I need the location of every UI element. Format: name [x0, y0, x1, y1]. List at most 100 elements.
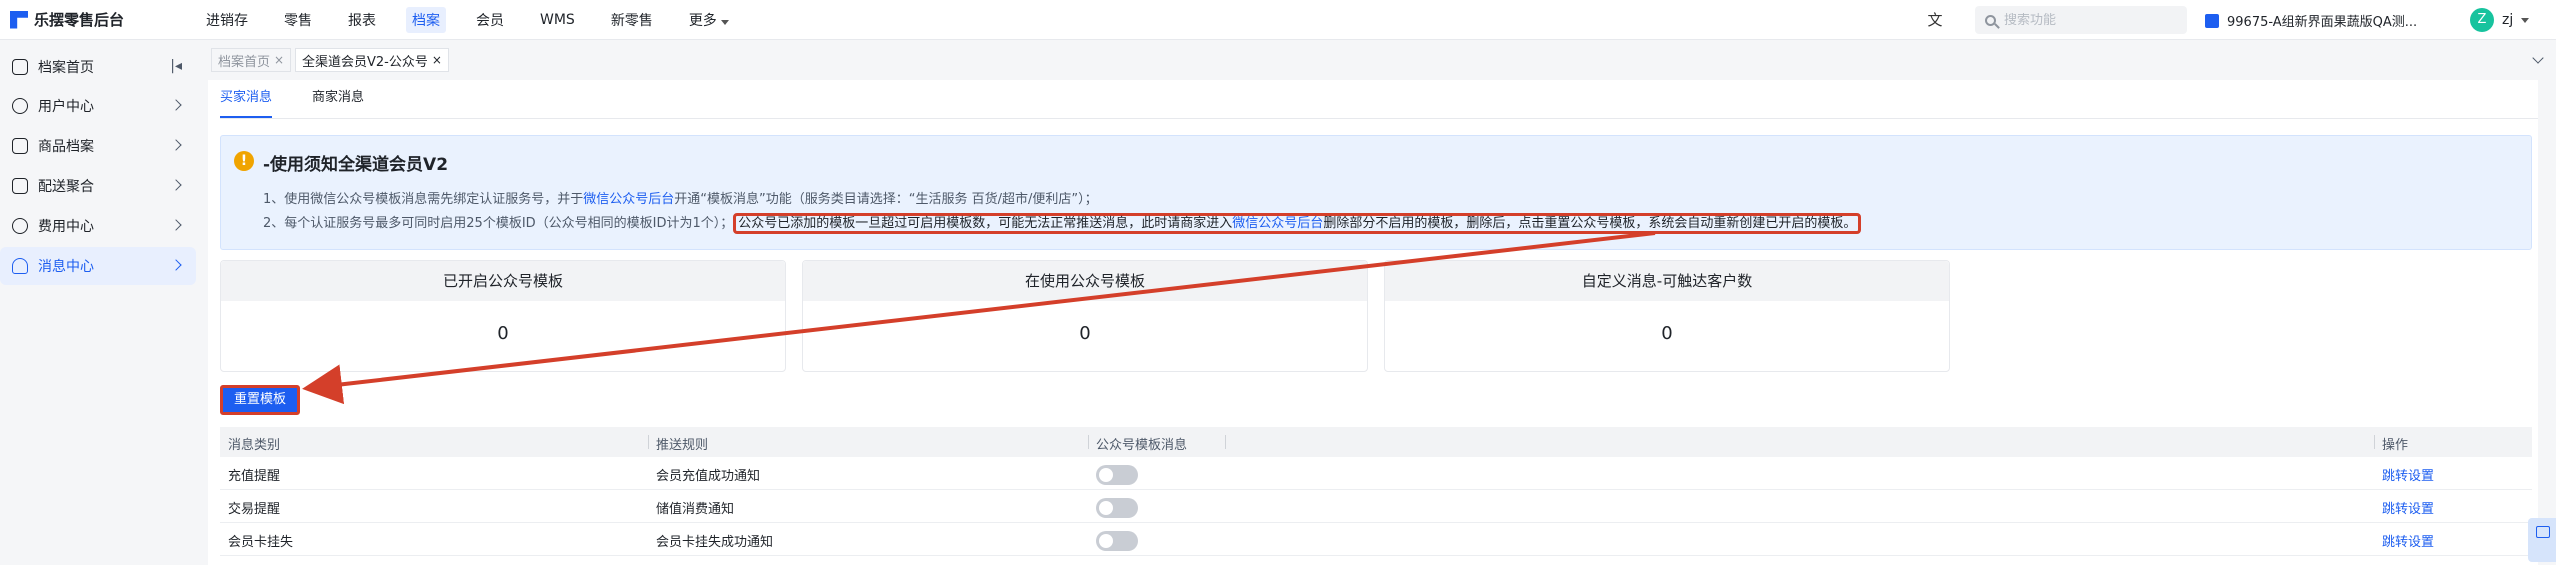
sidebar-item-user-center[interactable]: 用户中心	[0, 87, 196, 125]
feedback-button[interactable]	[2528, 518, 2556, 562]
table-row: 充值提醒 会员充值成功通知 跳转设置	[220, 457, 2532, 490]
wechat-template-toggle[interactable]	[1096, 498, 1138, 518]
top-bar: 乐摆零售后台 进销存 零售 报表 档案 会员 WMS 新零售 更多 文 9967…	[0, 0, 2556, 40]
column-header-action: 操作	[2382, 438, 2409, 453]
nav-item-archive[interactable]: 档案	[406, 7, 446, 33]
tab-member-wechat[interactable]: 全渠道会员V2-公众号 ×	[295, 48, 449, 72]
chevron-right-icon	[170, 139, 182, 151]
cell-category: 交易提醒	[228, 502, 281, 517]
tab-archive-home[interactable]: 档案首页 ×	[211, 48, 292, 72]
column-divider	[1088, 435, 1089, 449]
nav-item-more[interactable]: 更多	[683, 7, 735, 33]
sidebar-item-goods[interactable]: 商品档案	[0, 127, 196, 165]
table-header: 消息类别 推送规则 公众号模板消息 操作	[220, 427, 2532, 457]
chevron-down-icon	[721, 20, 730, 25]
delivery-icon	[12, 178, 28, 194]
tab-label: 档案首页	[218, 54, 271, 70]
store-switcher[interactable]: 99675-A组新界面果蔬版QA测...	[2205, 11, 2417, 30]
wechat-backend-link[interactable]: 微信公众号后台	[583, 192, 674, 207]
translate-icon[interactable]: 文	[1925, 10, 1945, 30]
sidebar-item-label: 消息中心	[38, 259, 94, 275]
collapse-sidebar-icon[interactable]: |◂	[170, 58, 182, 74]
bell-icon	[12, 258, 28, 274]
chevron-right-icon	[170, 99, 182, 111]
app-title: 乐摆零售后台	[34, 11, 125, 29]
chevron-right-icon	[170, 219, 182, 231]
wechat-template-toggle[interactable]	[1096, 531, 1138, 551]
column-divider	[648, 435, 649, 449]
jump-settings-link[interactable]: 跳转设置	[2382, 498, 2434, 517]
jump-settings-link[interactable]: 跳转设置	[2382, 465, 2434, 484]
goods-icon	[12, 138, 28, 154]
chevron-down-icon	[2521, 17, 2530, 23]
sidebar-item-delivery[interactable]: 配送聚合	[0, 167, 196, 205]
stat-card-reachable-customers: 自定义消息-可触达客户数 0	[1384, 260, 1950, 372]
table-row: 交易提醒 储值消费通知 跳转设置	[220, 490, 2532, 523]
chevron-right-icon	[170, 179, 182, 191]
nav-item-wms[interactable]: WMS	[534, 9, 581, 31]
stat-value: 0	[497, 323, 509, 344]
tab-label: 全渠道会员V2-公众号	[302, 54, 428, 70]
avatar: Z	[2470, 8, 2494, 32]
search-box[interactable]	[1975, 6, 2187, 34]
stat-card-in-use-templates: 在使用公众号模板 0	[802, 260, 1368, 372]
notice-panel: ! -使用须知全渠道会员V2 1、使用微信公众号模板消息需先绑定认证服务号，并于…	[220, 135, 2532, 250]
notice-text: 开通“模板消息”功能（服务类目请选择：“生活服务 百货/超市/便利店”）；	[674, 192, 1098, 207]
page-tabs: 档案首页 × 全渠道会员V2-公众号 ×	[203, 40, 2556, 78]
tab-merchant-messages[interactable]: 商家消息	[312, 88, 364, 118]
stat-label: 已开启公众号模板	[221, 261, 785, 301]
stat-label: 自定义消息-可触达客户数	[1385, 261, 1949, 301]
notice-text: 公众号已添加的模板一旦超过可启用模板数，可能无法正常推送消息，此时请商家进入	[738, 216, 1233, 231]
cell-rule: 储值消费通知	[656, 502, 735, 517]
column-header-wechat: 公众号模板消息	[1096, 438, 1188, 453]
tab-buyer-messages[interactable]: 买家消息	[220, 88, 273, 118]
nav-item-retail[interactable]: 零售	[278, 7, 318, 33]
close-icon[interactable]: ×	[274, 53, 284, 67]
notice-text: 2、每个认证服务号最多可同时启用25个模板ID（公众号相同的模板ID计为1个）；	[263, 216, 734, 231]
wechat-backend-link[interactable]: 微信公众号后台	[1232, 216, 1323, 231]
fee-icon	[12, 218, 28, 234]
reset-template-button[interactable]: 重置模板	[220, 385, 300, 415]
user-menu[interactable]: Z zj	[2470, 8, 2530, 32]
wechat-template-toggle[interactable]	[1096, 465, 1138, 485]
cell-rule: 会员充值成功通知	[656, 469, 761, 484]
column-divider	[2374, 435, 2375, 449]
notice-text: 1、使用微信公众号模板消息需先绑定认证服务号，并于	[263, 192, 584, 207]
chevron-down-icon[interactable]	[2532, 52, 2544, 64]
highlighted-notice: 公众号已添加的模板一旦超过可启用模板数，可能无法正常推送消息，此时请商家进入微信…	[733, 213, 1862, 234]
sidebar-item-label: 用户中心	[38, 99, 94, 115]
close-icon[interactable]: ×	[432, 53, 442, 67]
notice-line-2: 2、每个认证服务号最多可同时启用25个模板ID（公众号相同的模板ID计为1个）；…	[263, 212, 1862, 234]
nav-item-member[interactable]: 会员	[470, 7, 510, 33]
nav-item-report[interactable]: 报表	[342, 7, 382, 33]
sidebar-item-label: 费用中心	[38, 219, 94, 235]
stat-label: 在使用公众号模板	[803, 261, 1367, 301]
column-header-category: 消息类别	[228, 438, 281, 453]
divider	[220, 118, 2538, 119]
cell-category: 充值提醒	[228, 469, 281, 484]
cell-category: 会员卡挂失	[228, 535, 294, 550]
app-logo[interactable]: 乐摆零售后台	[10, 9, 124, 30]
sidebar-item-message[interactable]: 消息中心	[0, 247, 196, 285]
warning-icon: !	[234, 151, 254, 171]
nav-item-jxc[interactable]: 进销存	[200, 7, 254, 33]
stat-value: 0	[1079, 323, 1091, 344]
sidebar-item-label: 商品档案	[38, 139, 94, 155]
search-input[interactable]	[2004, 12, 2174, 28]
store-icon	[2205, 13, 2219, 28]
user-icon	[12, 98, 28, 114]
notice-title: -使用须知全渠道会员V2	[263, 155, 449, 175]
message-table: 消息类别 推送规则 公众号模板消息 操作 充值提醒 会员充值成功通知 跳转设置 …	[220, 427, 2532, 556]
cell-rule: 会员卡挂失成功通知	[656, 535, 774, 550]
sidebar-item-fee[interactable]: 费用中心	[0, 207, 196, 245]
store-name: 99675-A组新界面果蔬版QA测...	[2227, 15, 2418, 30]
jump-settings-link[interactable]: 跳转设置	[2382, 531, 2434, 550]
home-icon	[12, 59, 28, 75]
main-content: 买家消息 商家消息 ! -使用须知全渠道会员V2 1、使用微信公众号模板消息需先…	[208, 80, 2538, 565]
user-name: zj	[2502, 12, 2514, 28]
stat-card-enabled-templates: 已开启公众号模板 0	[220, 260, 786, 372]
sidebar-item-archive-home[interactable]: 档案首页 |◂	[0, 48, 196, 86]
nav-item-new-retail[interactable]: 新零售	[605, 7, 659, 33]
stat-value: 0	[1661, 323, 1673, 344]
sub-tabs: 买家消息 商家消息	[220, 88, 364, 118]
